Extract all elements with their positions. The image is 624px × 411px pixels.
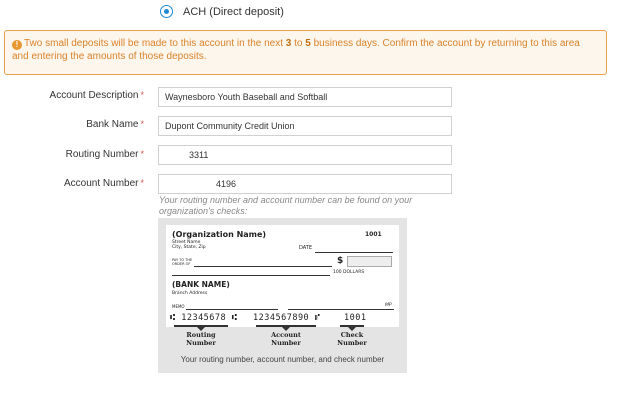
memo-label: MEMO [172,304,185,309]
signature-line [288,309,394,310]
required-marker: * [140,149,144,159]
check-number-caption: Check Number [337,331,367,347]
account-number-label: Account Number * [64,178,144,189]
account-number-input[interactable] [158,174,452,194]
account-caption: Account Number [271,331,301,347]
account-description-label: Account Description * [49,90,144,101]
check-bank-name: (BANK NAME) [172,280,230,289]
ach-radio-option[interactable]: ACH (Direct deposit) [160,5,284,18]
bank-name-label: Bank Name * [86,119,144,130]
check-org-address: Street Name City, State, Zip [172,240,206,250]
micr-check-number: 1001 [344,313,367,323]
ach-radio-label[interactable]: ACH (Direct deposit) [183,6,284,18]
check-hint-text: Your routing number and account number c… [159,195,413,216]
warning-icon: ! [12,40,22,50]
pay-to-label: PAY TO THE ORDER OF [172,258,193,266]
alert-text-to: to [291,38,306,49]
check-org-name: (Organization Name) [172,230,267,239]
dollar-sign: $ [337,256,344,266]
dollars-label: 100 DOLLARS [333,270,365,275]
check-date-label: DATE [299,245,313,251]
routing-number-input[interactable] [158,145,452,165]
ach-radio-button[interactable] [160,5,173,18]
check-panel-caption: Your routing number, account number, and… [180,355,385,364]
memo-line [186,309,278,310]
deposit-info-alert: ! Two small deposits will be made to this… [4,30,607,75]
date-line [315,252,393,253]
routing-number-label: Routing Number * [65,149,144,160]
radio-selected-dot [164,9,169,14]
check-illustration-panel: (Organization Name) Street Name City, St… [158,218,407,373]
routing-caption: Routing Number [186,331,216,347]
micr-account: 1234567890 ⑈ [253,313,321,323]
mp-label: MP [385,303,392,308]
amount-box [347,256,392,267]
check-number-top: 1001 [365,231,382,238]
account-description-input[interactable] [158,87,452,107]
bank-name-input[interactable] [158,116,452,136]
alert-text-before: Two small deposits will be made to this … [24,38,286,49]
amount-words-line [172,275,330,276]
required-marker: * [140,178,144,188]
sample-check-image: (Organization Name) Street Name City, St… [166,225,399,327]
payee-line [194,266,332,267]
micr-routing: ⑆ 12345678 ⑆ [170,313,238,323]
check-bank-address: Branch Address [172,291,208,296]
required-marker: * [140,90,144,100]
required-marker: * [140,119,144,129]
